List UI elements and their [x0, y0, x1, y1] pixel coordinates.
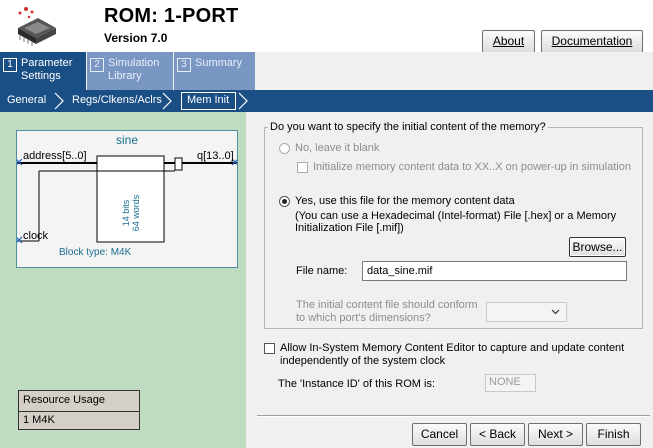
filename-input[interactable]	[362, 261, 627, 281]
wizard-version: Version 7.0	[104, 31, 168, 45]
finish-button-label: Finish	[597, 427, 630, 441]
radio-leave-blank[interactable]	[279, 143, 290, 154]
wizard-title: ROM: 1-PORT	[104, 5, 239, 27]
conform-port-select[interactable]	[486, 302, 567, 322]
isme-label: Allow In-System Memory Content Editor to…	[280, 342, 625, 367]
mem-init-question: Do you want to specify the initial conte…	[268, 121, 548, 133]
instance-id-label: The 'Instance ID' of this ROM is:	[278, 378, 436, 390]
words-label: 64 words	[131, 194, 141, 232]
isme-checkbox[interactable]	[264, 343, 275, 354]
breadcrumb-item-regs-clkens-aclrs[interactable]: Regs/Clkens/Aclrs	[72, 94, 162, 106]
memory-size-labels: 14 bits 64 words	[97, 171, 164, 241]
tab-summary[interactable]: 3 Summary	[174, 52, 255, 90]
clock-port-label: clock	[23, 230, 49, 242]
filename-label: File name:	[296, 265, 348, 277]
cancel-button[interactable]: Cancel	[412, 423, 467, 446]
conform-label: The initial content file should conform t…	[296, 299, 478, 324]
resource-usage-title: Resource Usage	[18, 390, 140, 412]
documentation-button[interactable]: Documentation	[541, 30, 643, 53]
instance-id-field[interactable]: NONE	[485, 374, 536, 392]
chevron-right-icon	[54, 92, 64, 110]
documentation-button-label: Documentation	[551, 34, 633, 48]
about-button-label: About	[492, 34, 525, 48]
bits-label: 14 bits	[121, 199, 131, 227]
rom-symbol-diagram: sine address[5..0] q[13..0] clock 14 bit…	[16, 130, 238, 268]
finish-button[interactable]: Finish	[586, 423, 641, 446]
browse-button[interactable]: Browse...	[569, 237, 626, 257]
chevron-right-icon	[162, 92, 172, 110]
radio-use-file[interactable]	[279, 196, 290, 207]
about-button[interactable]: About	[482, 30, 535, 53]
address-port-label: address[5..0]	[23, 150, 87, 162]
radio-leave-blank-label: No, leave it blank	[295, 142, 380, 154]
next-button-label: Next >	[537, 427, 573, 441]
component-name: sine	[115, 133, 138, 147]
tab-number: 3	[177, 58, 191, 72]
tab-simulation-library[interactable]: 2 Simulation Library	[87, 52, 173, 90]
file-format-hint: (You can use a Hexadecimal (Intel-format…	[295, 210, 617, 234]
browse-button-label: Browse...	[572, 240, 623, 254]
block-type-label: Block type: M4K	[59, 247, 132, 258]
q-port-label: q[13..0]	[197, 150, 234, 162]
tab-label: Summary	[195, 57, 243, 69]
tab-number: 2	[90, 58, 104, 72]
back-button-label: < Back	[478, 427, 517, 441]
chevron-right-icon	[238, 92, 248, 110]
chevron-down-icon	[551, 309, 560, 315]
resource-usage-value: 1 M4K	[18, 412, 140, 430]
breadcrumb-item-general[interactable]: General	[7, 94, 46, 106]
radio-use-file-label: Yes, use this file for the memory conten…	[295, 195, 515, 207]
tab-number: 1	[3, 58, 17, 72]
tab-label: Simulation Library	[108, 57, 160, 82]
cancel-button-label: Cancel	[420, 427, 459, 441]
footer-divider	[257, 415, 650, 417]
next-button[interactable]: Next >	[528, 423, 583, 446]
breadcrumb-item-mem-init[interactable]: Mem Init	[187, 94, 229, 106]
megafunction-chip-icon	[18, 7, 56, 46]
init-xx-label: Initialize memory content data to XX..X …	[313, 161, 631, 173]
init-xx-checkbox[interactable]	[297, 162, 308, 173]
back-button[interactable]: < Back	[470, 423, 525, 446]
tab-label: Parameter Settings	[21, 57, 73, 82]
tab-parameter-settings[interactable]: 1 Parameter Settings	[0, 52, 86, 90]
